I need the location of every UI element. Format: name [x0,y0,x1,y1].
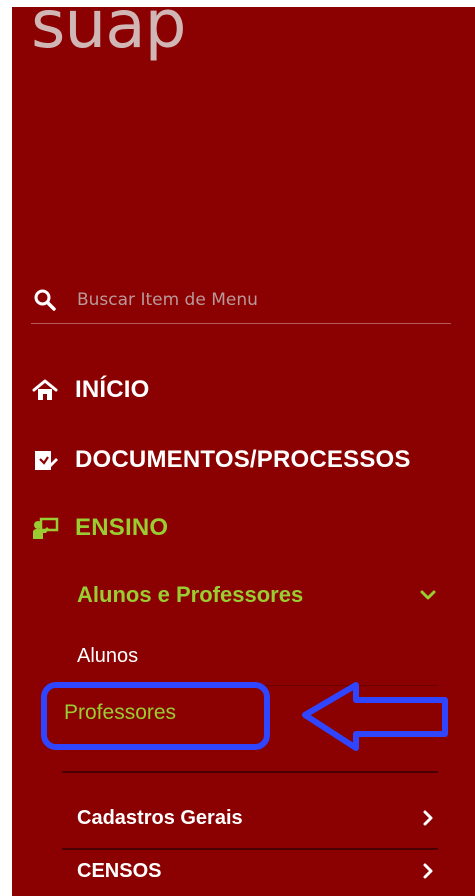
submenu-divider [62,771,438,773]
search-icon[interactable] [33,288,57,312]
submenu-label: Alunos [77,644,139,667]
menu-item-label: INÍCIO [75,376,150,403]
chevron-down-icon [419,586,437,604]
submenu-alunos[interactable]: Alunos [77,640,437,672]
submenu-label: Alunos e Professores [77,582,304,607]
submenu-label: Professores [64,701,177,724]
menu-search [31,276,451,324]
submenu-cadastros-gerais[interactable]: Cadastros Gerais [77,797,437,839]
search-underline [31,323,451,324]
left-border [0,0,12,896]
menu-item-ensino[interactable]: ENSINO [31,508,168,548]
submenu-label: Cadastros Gerais [77,806,243,829]
menu-item-label: DOCUMENTOS/PROCESSOS [75,446,411,473]
search-input[interactable] [77,284,427,316]
chevron-right-icon [419,862,437,880]
chevron-right-icon [419,809,437,827]
submenu-professores[interactable]: Professores [64,697,424,729]
document-edit-icon [31,446,59,474]
home-icon [31,376,59,404]
teaching-board-icon [31,514,59,542]
submenu-divider [62,685,438,686]
menu-item-inicio[interactable]: INÍCIO [31,370,150,410]
menu-item-documentos-processos[interactable]: DOCUMENTOS/PROCESSOS [31,440,411,480]
menu-item-label: ENSINO [75,514,169,541]
submenu-censos[interactable]: CENSOS [77,850,437,892]
sidebar-screen: suap INÍCIO DOCUMENTOS/PROCES [0,0,475,896]
suap-logo[interactable]: suap [31,0,187,58]
submenu-alunos-professores[interactable]: Alunos e Professores [77,577,437,613]
submenu-label: CENSOS [77,859,162,882]
